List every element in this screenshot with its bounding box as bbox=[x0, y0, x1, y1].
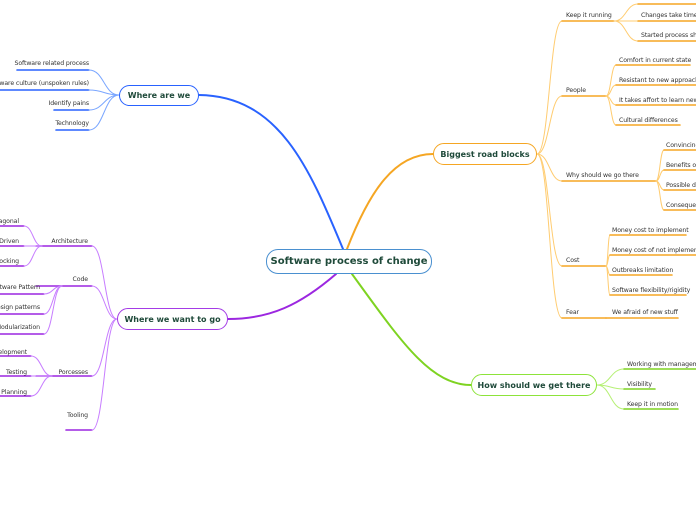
subtopic[interactable]: Planning bbox=[1, 389, 27, 397]
connector-line bbox=[91, 245, 118, 320]
subtopic[interactable]: Money cost to implement bbox=[612, 227, 689, 235]
subtopic[interactable]: Software flexibility/rigidity bbox=[612, 287, 690, 295]
connector-line bbox=[88, 94, 120, 131]
subtopic[interactable]: Convincing bbox=[666, 142, 696, 150]
subtopic[interactable]: Cultural differences bbox=[619, 117, 678, 125]
subtopic[interactable]: Software related process bbox=[15, 60, 90, 68]
connector-line bbox=[88, 94, 120, 111]
subtopic-tooling[interactable]: Tooling bbox=[67, 412, 88, 420]
subtopic[interactable]: Design patterns bbox=[0, 304, 40, 312]
connector-line bbox=[613, 20, 639, 42]
subtopic[interactable]: Visibility bbox=[627, 381, 652, 389]
subtopic[interactable]: Modularization bbox=[0, 324, 40, 332]
subtopic[interactable]: Changes take time bbox=[641, 12, 696, 20]
connector-line bbox=[613, 3, 639, 22]
subtopic[interactable]: Keep it in motion bbox=[627, 401, 678, 409]
subtopic[interactable]: Benefits of bbox=[666, 162, 696, 170]
connector-line bbox=[351, 273, 472, 386]
topic-where-we-want-to-go[interactable]: Where we want to go bbox=[117, 308, 228, 330]
subtopic-code[interactable]: Code bbox=[73, 276, 89, 284]
subtopic[interactable]: Resistant to new approach bbox=[619, 77, 696, 85]
subtopic[interactable]: Technology bbox=[55, 120, 89, 128]
subtopic[interactable]: Identify pains bbox=[48, 100, 89, 108]
subtopic-people[interactable]: People bbox=[566, 87, 586, 95]
subtopic[interactable]: Development bbox=[0, 349, 27, 357]
subtopic[interactable]: Consequen bbox=[666, 202, 696, 210]
subtopic[interactable]: Testing bbox=[6, 369, 27, 377]
root-topic[interactable]: Software process of change bbox=[266, 249, 432, 274]
connector-line bbox=[23, 245, 43, 267]
subtopic[interactable]: Possible dr bbox=[666, 182, 696, 190]
connector-line bbox=[91, 318, 118, 377]
subtopic[interactable]: Comfort in current state bbox=[619, 57, 691, 65]
connector-line bbox=[536, 95, 563, 155]
subtopic-why-should-we-go-there[interactable]: Why should we go there bbox=[566, 172, 639, 180]
connector-line bbox=[346, 153, 434, 250]
connector-line bbox=[91, 285, 118, 320]
connector-line bbox=[88, 69, 120, 96]
subtopic[interactable]: Outbreaks limitation bbox=[612, 267, 673, 275]
subtopic[interactable]: Software Pattern bbox=[0, 284, 40, 292]
connector-line bbox=[536, 153, 563, 267]
subtopic-keep-it-running[interactable]: Keep it running bbox=[566, 12, 612, 20]
subtopic-processes[interactable]: Porcesses bbox=[59, 369, 89, 377]
subtopic[interactable]: Software culture (unspoken rules) bbox=[0, 80, 89, 88]
connector-line bbox=[30, 375, 53, 397]
connector-line bbox=[596, 368, 625, 386]
connector-line bbox=[227, 273, 337, 320]
subtopic[interactable]: Started process should bbox=[641, 32, 696, 40]
subtopic[interactable]: Non-blocking bbox=[0, 258, 19, 266]
subtopic[interactable]: It takes affort to learn new ways bbox=[619, 97, 696, 105]
subtopic-cost[interactable]: Cost bbox=[566, 257, 579, 265]
subtopic[interactable]: Money cost of not implementing bbox=[612, 247, 696, 255]
connector-line bbox=[536, 20, 563, 155]
topic-biggest-road-blocks[interactable]: Biggest road blocks bbox=[433, 143, 537, 165]
topic-how-should-we-get-there[interactable]: How should we get there bbox=[471, 374, 597, 396]
connector-line bbox=[198, 94, 344, 250]
connector-line bbox=[30, 355, 53, 377]
connector-line bbox=[23, 225, 43, 247]
subtopic[interactable]: Domain Driven bbox=[0, 238, 19, 246]
subtopic-fear[interactable]: Fear bbox=[566, 309, 579, 317]
subtopic-architecture[interactable]: Architecture bbox=[51, 238, 88, 246]
topic-where-are-we[interactable]: Where are we bbox=[119, 85, 199, 106]
subtopic[interactable]: We afraid of new stuff bbox=[612, 309, 678, 317]
subtopic[interactable]: Hexagonal bbox=[0, 218, 19, 226]
subtopic[interactable]: Working with management bbox=[627, 361, 696, 369]
connector-line bbox=[536, 153, 563, 319]
